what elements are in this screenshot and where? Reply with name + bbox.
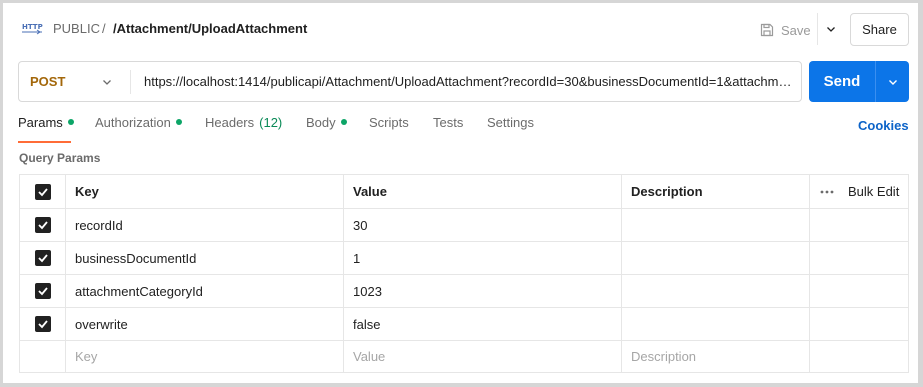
header-check-cell <box>20 175 66 208</box>
row-check-cell <box>20 308 66 340</box>
tab-label: Authorization <box>95 115 171 130</box>
active-tab-indicator <box>18 141 71 143</box>
row-checkbox[interactable] <box>34 316 51 332</box>
more-options-icon[interactable] <box>820 190 834 194</box>
breadcrumb-separator: / <box>102 21 106 36</box>
row-checkbox[interactable] <box>34 217 51 233</box>
share-button[interactable]: Share <box>850 13 909 46</box>
tab-label: Settings <box>487 115 534 130</box>
param-key[interactable]: recordId <box>66 209 344 241</box>
cookies-link[interactable]: Cookies <box>858 118 909 133</box>
row-actions <box>810 209 908 241</box>
send-options-button[interactable] <box>876 61 909 102</box>
tab-label: Tests <box>433 115 464 130</box>
column-header-key: Key <box>66 175 344 208</box>
breadcrumb-collection[interactable]: PUBLIC <box>53 21 100 36</box>
tab-headers[interactable]: Headers (12) <box>205 115 282 143</box>
param-value[interactable]: 30 <box>344 209 622 241</box>
param-key[interactable]: overwrite <box>66 308 344 340</box>
param-value[interactable]: false <box>344 308 622 340</box>
chevron-down-icon <box>827 27 835 32</box>
tab-tests[interactable]: Tests <box>433 115 463 143</box>
new-description-input[interactable]: Description <box>622 341 810 372</box>
row-actions <box>810 275 908 307</box>
request-title[interactable]: /Attachment/UploadAttachment <box>113 21 307 36</box>
save-divider <box>817 13 818 45</box>
column-header-description: Description <box>622 175 810 208</box>
param-value[interactable]: 1023 <box>344 275 622 307</box>
table-row: attachmentCategoryId 1023 <box>20 275 908 308</box>
send-label: Send <box>823 73 861 90</box>
row-actions <box>810 242 908 274</box>
row-checkbox[interactable] <box>34 250 51 266</box>
status-dot <box>340 119 347 125</box>
method-select[interactable]: POST <box>19 62 130 101</box>
param-value[interactable]: 1 <box>344 242 622 274</box>
save-label: Save <box>781 22 811 38</box>
param-description[interactable] <box>622 242 810 274</box>
tab-label: Headers <box>205 115 255 130</box>
new-key-input[interactable]: Key <box>66 341 344 372</box>
check-icon <box>37 221 48 230</box>
tab-scripts[interactable]: Scripts <box>369 115 409 143</box>
request-header: HTTP PUBLIC / /Attachment/UploadAttachme… <box>3 3 918 55</box>
row-actions <box>810 308 908 340</box>
bulk-edit-button[interactable]: Bulk Edit <box>848 184 899 199</box>
save-button[interactable]: Save <box>759 17 811 43</box>
check-icon <box>37 254 48 263</box>
row-actions <box>810 341 908 372</box>
param-key[interactable]: attachmentCategoryId <box>66 275 344 307</box>
status-dot <box>175 119 182 125</box>
chevron-down-icon <box>103 80 111 85</box>
row-check-cell <box>20 275 66 307</box>
tab-label: Params <box>18 115 63 130</box>
row-check-cell <box>20 341 66 372</box>
url-input[interactable]: https://localhost:1414/publicapi/Attachm… <box>144 74 796 89</box>
http-request-icon: HTTP <box>22 23 43 35</box>
tab-count-badge: (12) <box>259 115 283 130</box>
check-icon <box>37 287 48 296</box>
save-icon <box>760 23 774 37</box>
send-button[interactable]: Send <box>809 61 909 102</box>
query-params-heading: Query Params <box>19 151 101 165</box>
url-bar: POST https://localhost:1414/publicapi/At… <box>18 61 802 102</box>
param-key[interactable]: businessDocumentId <box>66 242 344 274</box>
column-header-value: Value <box>344 175 622 208</box>
tab-label: Scripts <box>369 115 409 130</box>
param-description[interactable] <box>622 209 810 241</box>
save-options-button[interactable] <box>822 17 840 41</box>
tab-label: Body <box>306 115 336 130</box>
tab-params[interactable]: Params <box>18 115 74 143</box>
new-param-row: Key Value Description <box>20 341 908 372</box>
param-description[interactable] <box>622 308 810 340</box>
table-row: businessDocumentId 1 <box>20 242 908 275</box>
table-row: overwrite false <box>20 308 908 341</box>
url-divider <box>130 70 131 94</box>
tab-authorization[interactable]: Authorization <box>95 115 182 143</box>
header-actions: Bulk Edit <box>810 175 908 208</box>
check-icon <box>37 187 48 196</box>
row-check-cell <box>20 209 66 241</box>
row-checkbox[interactable] <box>34 283 51 299</box>
status-dot <box>67 119 74 125</box>
table-row: recordId 30 <box>20 209 908 242</box>
method-label: POST <box>30 74 66 89</box>
new-value-input[interactable]: Value <box>344 341 622 372</box>
tab-settings[interactable]: Settings <box>487 115 534 143</box>
svg-text:HTTP: HTTP <box>22 23 43 31</box>
tab-body[interactable]: Body <box>306 115 347 143</box>
request-panel: HTTP PUBLIC / /Attachment/UploadAttachme… <box>3 3 918 383</box>
param-description[interactable] <box>622 275 810 307</box>
chevron-down-icon <box>888 79 897 85</box>
table-header-row: Key Value Description Bulk Edit <box>20 175 908 209</box>
query-params-table: Key Value Description Bulk Edit recordId… <box>19 174 909 373</box>
select-all-checkbox[interactable] <box>34 183 51 200</box>
row-check-cell <box>20 242 66 274</box>
check-icon <box>37 320 48 329</box>
